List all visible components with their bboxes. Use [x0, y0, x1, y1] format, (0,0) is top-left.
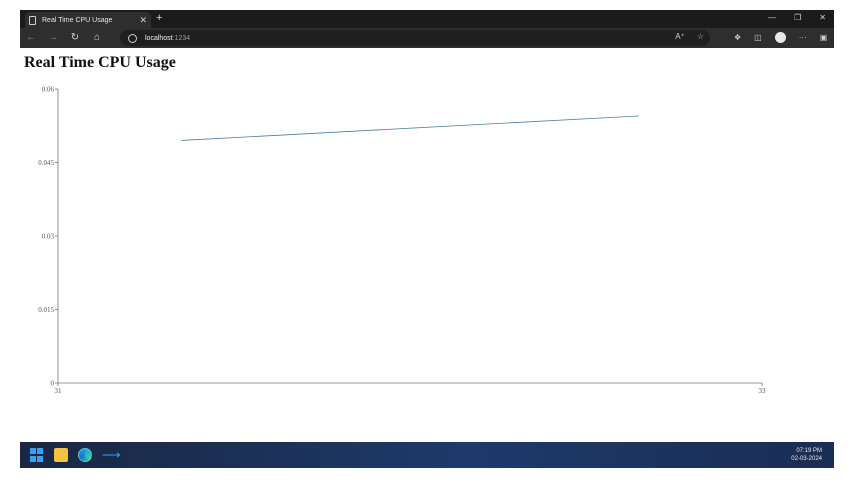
browser-tab[interactable]: Real Time CPU Usage ✕ [25, 12, 151, 28]
sidebar-icon[interactable]: ▣ [820, 33, 828, 42]
x-tick-label: 31 [55, 387, 63, 395]
edge-browser-icon[interactable] [78, 448, 92, 462]
vscode-icon[interactable]: ⟶ [102, 448, 121, 462]
address-bar[interactable]: localhost :1234 A⁺ ☆ [120, 30, 710, 46]
cpu-usage-series-line [181, 115, 639, 141]
url-port: :1234 [172, 34, 191, 42]
page-content: Real Time CPU Usage 0 0.015 0.03 0.045 0.06 … [20, 48, 834, 442]
clock-date: 02-03-2024 [791, 456, 822, 462]
browser-window: Real Time CPU Usage ✕ + — ❐ ✕ ← → ↻ ⌂ lo… [20, 10, 834, 468]
y-tick-label: 0.03 [42, 233, 55, 241]
plot-area [181, 115, 639, 141]
new-tab-button[interactable]: + [156, 13, 162, 24]
y-tick-label: 0.045 [38, 159, 54, 167]
forward-arrow-icon[interactable]: → [42, 33, 64, 43]
close-window-button[interactable]: ✕ [819, 13, 826, 23]
file-explorer-icon[interactable] [54, 448, 68, 462]
system-clock[interactable]: 07:19 PM 02-03-2024 [791, 447, 822, 463]
tab-title: Real Time CPU Usage [42, 16, 113, 24]
url-host: localhost [145, 34, 173, 42]
clock-time: 07:19 PM [796, 448, 822, 454]
site-info-icon[interactable] [128, 33, 137, 43]
windows-start-icon[interactable] [30, 448, 44, 462]
cpu-usage-chart: 00.0150.030.0450.06 31 33 [38, 86, 767, 396]
maximize-button[interactable]: ❐ [794, 13, 801, 23]
minimize-button[interactable]: — [768, 13, 776, 23]
favorite-star-icon[interactable]: ☆ [697, 32, 704, 41]
taskbar: ⟶ 07:19 PM 02-03-2024 [20, 442, 834, 468]
more-options-icon[interactable]: ··· [799, 33, 807, 42]
address-toolbar: ← → ↻ ⌂ localhost :1234 A⁺ ☆ ❖ ◫ ··· ▣ [20, 28, 834, 48]
back-arrow-icon[interactable]: ← [20, 33, 42, 43]
split-screen-icon[interactable]: ◫ [754, 33, 762, 42]
refresh-icon[interactable]: ↻ [64, 33, 86, 43]
y-tick-label: 0.06 [42, 86, 55, 94]
title-bar: Real Time CPU Usage ✕ + — ❐ ✕ [20, 10, 834, 28]
window-controls: — ❐ ✕ [768, 13, 826, 23]
x-tick-label: 33 [759, 387, 767, 395]
page-icon [29, 15, 36, 25]
tab-close-icon[interactable]: ✕ [139, 15, 147, 25]
read-aloud-icon[interactable]: A⁺ [675, 32, 685, 41]
page-title: Real Time CPU Usage [24, 54, 176, 71]
browser-tools: ❖ ◫ ··· ▣ [734, 32, 827, 43]
home-icon[interactable]: ⌂ [86, 33, 108, 43]
extensions-icon[interactable]: ❖ [734, 33, 741, 42]
y-tick-label: 0.015 [38, 306, 54, 314]
x-axis: 31 33 [55, 382, 767, 395]
profile-avatar-icon[interactable] [774, 32, 786, 43]
y-axis: 00.0150.030.0450.06 [38, 86, 59, 388]
